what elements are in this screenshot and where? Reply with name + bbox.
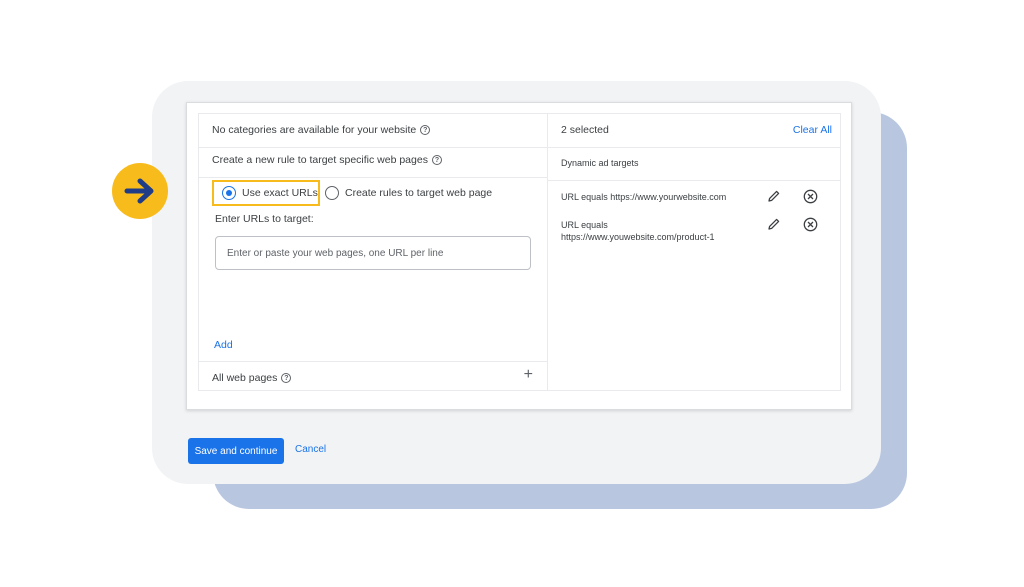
help-icon[interactable]: ? <box>431 155 442 165</box>
arrow-right-icon <box>112 163 168 219</box>
enter-urls-label: Enter URLs to target: <box>215 213 314 225</box>
divider <box>199 147 548 148</box>
edit-icon[interactable] <box>766 216 782 232</box>
remove-icon[interactable] <box>802 188 818 204</box>
cancel-button[interactable]: Cancel <box>295 444 326 455</box>
dynamic-ad-targets-title: Dynamic ad targets <box>561 158 639 168</box>
categories-column: No categories are available for your web… <box>198 113 548 391</box>
selected-count: 2 selected <box>561 124 609 136</box>
save-and-continue-button[interactable]: Save and continue <box>188 438 284 464</box>
no-categories-row: No categories are available for your web… <box>212 124 431 136</box>
divider <box>199 177 548 178</box>
divider <box>548 147 840 148</box>
all-web-pages-label: All web pages <box>212 372 278 384</box>
create-rule-row: Create a new rule to target specific web… <box>212 154 442 166</box>
help-icon[interactable]: ? <box>420 125 431 135</box>
create-rule-text: Create a new rule to target specific web… <box>212 154 428 166</box>
clear-all-link[interactable]: Clear All <box>793 124 832 136</box>
edit-icon[interactable] <box>766 188 782 204</box>
url-input[interactable]: Enter or paste your web pages, one URL p… <box>215 236 531 270</box>
target-label-line1: URL equals <box>561 220 608 230</box>
radio-create-rules[interactable] <box>325 186 339 200</box>
targeting-panel: No categories are available for your web… <box>186 102 852 410</box>
add-link[interactable]: Add <box>214 339 233 351</box>
remove-icon[interactable] <box>802 216 818 232</box>
radio-exact-urls[interactable] <box>222 186 236 200</box>
divider <box>548 180 840 181</box>
divider <box>199 361 548 362</box>
plus-icon[interactable]: + <box>524 367 533 383</box>
target-label: URL equals https://www.yourwebsite.com <box>561 192 727 202</box>
all-web-pages-row[interactable]: All web pages ? <box>212 372 292 384</box>
help-icon[interactable]: ? <box>281 373 292 383</box>
radio-exact-urls-label[interactable]: Use exact URLs <box>242 187 318 199</box>
target-label-line2: https://www.youwebsite.com/product-1 <box>561 232 715 242</box>
selected-column: 2 selected Clear All Dynamic ad targets … <box>547 113 841 391</box>
radio-create-rules-label[interactable]: Create rules to target web page <box>345 187 492 199</box>
no-categories-text: No categories are available for your web… <box>212 124 417 136</box>
